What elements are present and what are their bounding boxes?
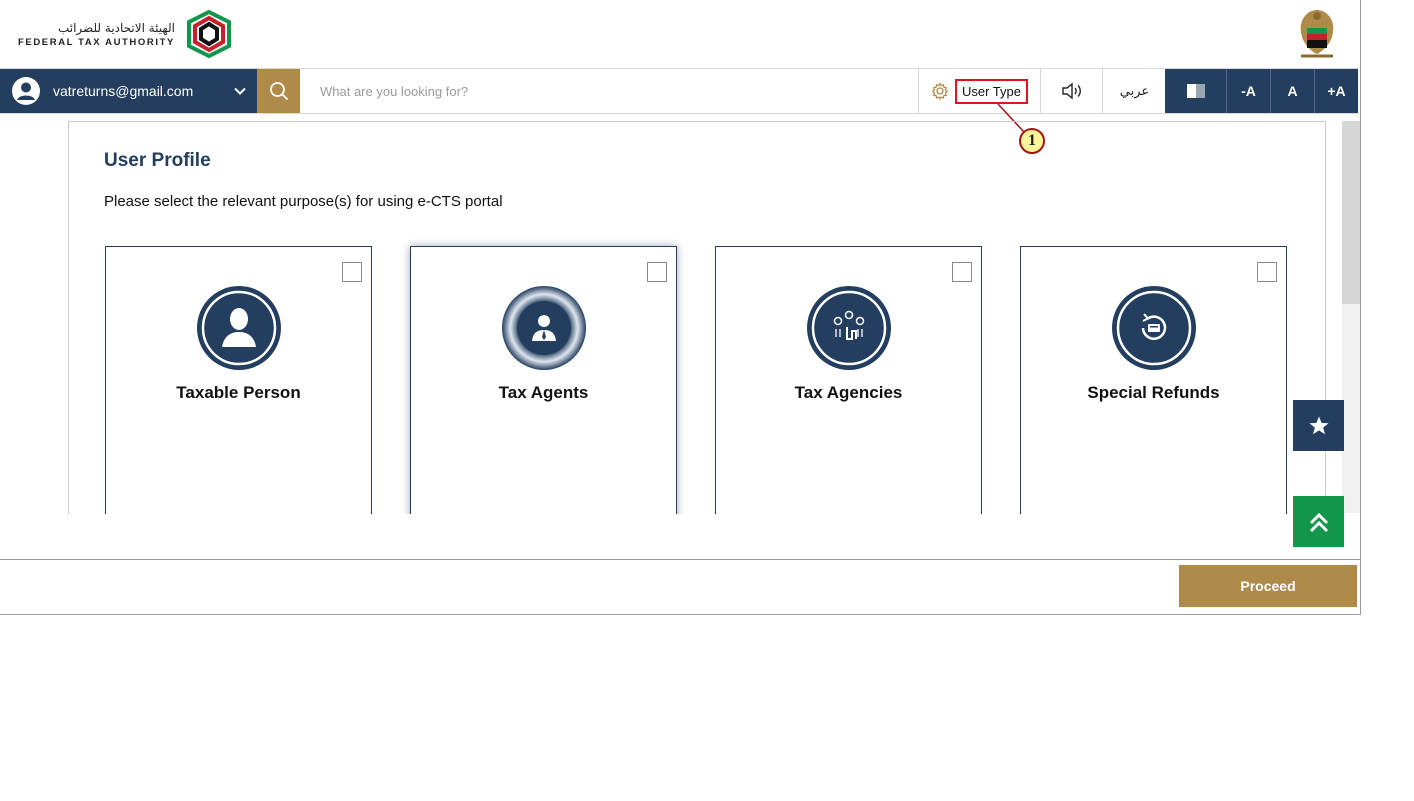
user-type-button[interactable]: User Type bbox=[918, 69, 1040, 113]
card-special-refunds[interactable]: Special Refunds bbox=[1020, 246, 1287, 514]
logo-arabic-text: الهيئة الاتحادية للضرائب bbox=[57, 20, 175, 35]
fta-logo[interactable]: الهيئة الاتحادية للضرائب FEDERAL TAX AUT… bbox=[18, 8, 237, 60]
star-icon bbox=[1309, 416, 1328, 434]
page-title: User Profile bbox=[104, 150, 211, 171]
proceed-button[interactable]: Proceed bbox=[1179, 565, 1357, 607]
logo-english-text: FEDERAL TAX AUTHORITY bbox=[18, 36, 175, 48]
person-icon bbox=[197, 286, 281, 370]
taxable-person-checkbox[interactable] bbox=[342, 262, 362, 282]
search-icon bbox=[269, 82, 288, 101]
font-decrease-button[interactable]: -A bbox=[1227, 69, 1270, 113]
arabic-language-button[interactable]: عربي bbox=[1102, 69, 1166, 113]
refund-icon bbox=[1112, 286, 1196, 370]
top-navbar: vatreturns@gmail.com User Type عربي -A bbox=[0, 68, 1358, 114]
gear-icon bbox=[931, 82, 949, 100]
fta-logo-mark-icon bbox=[186, 9, 231, 59]
card-label: Taxable Person bbox=[176, 383, 301, 402]
scroll-to-top-button[interactable] bbox=[1293, 496, 1344, 547]
favorites-button[interactable] bbox=[1293, 400, 1344, 451]
contrast-toggle-button[interactable] bbox=[1165, 69, 1226, 113]
chevron-down-icon bbox=[234, 87, 246, 95]
font-normal-button[interactable]: A bbox=[1271, 69, 1314, 113]
font-increase-button[interactable]: +A bbox=[1315, 69, 1358, 113]
uae-emblem-icon bbox=[1300, 10, 1334, 58]
read-aloud-button[interactable] bbox=[1040, 69, 1103, 113]
special-refunds-checkbox[interactable] bbox=[1257, 262, 1277, 282]
user-type-label: User Type bbox=[954, 78, 1028, 104]
vertical-scrollbar[interactable] bbox=[1342, 121, 1360, 513]
card-tax-agents[interactable]: Tax Agents bbox=[410, 246, 677, 514]
user-avatar-icon bbox=[12, 77, 40, 105]
speaker-icon bbox=[1062, 82, 1081, 100]
contrast-icon bbox=[1186, 84, 1205, 98]
card-tax-agencies[interactable]: Tax Agencies bbox=[715, 246, 982, 514]
account-menu[interactable]: vatreturns@gmail.com bbox=[0, 69, 257, 113]
card-taxable-person[interactable]: Taxable Person bbox=[105, 246, 372, 514]
footer-divider bbox=[0, 559, 1360, 560]
double-chevron-up-icon bbox=[1309, 512, 1328, 532]
instruction-text: Please select the relevant purpose(s) fo… bbox=[104, 193, 503, 210]
user-profile-panel: User Profile Please select the relevant … bbox=[68, 121, 1326, 514]
scrollbar-thumb[interactable] bbox=[1342, 121, 1360, 304]
search-button[interactable] bbox=[257, 69, 300, 113]
search-input[interactable] bbox=[300, 69, 930, 113]
tax-agencies-checkbox[interactable] bbox=[952, 262, 972, 282]
card-label: Special Refunds bbox=[1087, 383, 1220, 402]
agent-icon bbox=[502, 286, 586, 370]
card-label: Tax Agencies bbox=[794, 383, 903, 402]
agencies-icon bbox=[807, 286, 891, 370]
card-label: Tax Agents bbox=[498, 383, 589, 402]
tax-agents-checkbox[interactable] bbox=[647, 262, 667, 282]
account-email: vatreturns@gmail.com bbox=[53, 83, 194, 99]
